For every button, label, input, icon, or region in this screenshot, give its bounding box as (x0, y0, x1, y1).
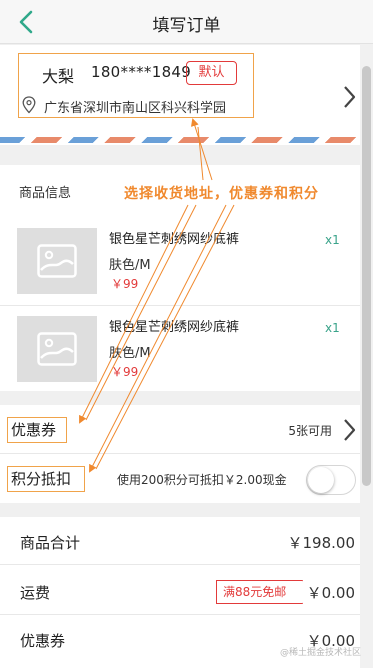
points-toggle[interactable] (306, 465, 356, 495)
promotions-section: 优惠券 5张可用 积分抵扣 使用200积分可抵扣￥2.00现金 (0, 405, 360, 503)
shipping-label: 运费 (20, 584, 51, 602)
image-placeholder-icon (37, 244, 77, 278)
recipient-phone: 180****1849 (91, 63, 192, 81)
product-name: 银色星芒刺绣网纱底裤 (109, 320, 240, 335)
watermark: @稀土掘金技术社区 (279, 648, 361, 658)
coupon-discount-label: 优惠券 (20, 632, 66, 650)
page-title: 填写订单 (152, 16, 221, 36)
free-shipping-tag: 满88元免邮 (216, 580, 304, 604)
scrollbar-thumb[interactable] (362, 66, 371, 486)
goods-total-value: ￥198.00 (287, 534, 356, 552)
scrollbar[interactable] (360, 44, 373, 668)
coupon-row[interactable]: 优惠券 5张可用 (0, 405, 360, 454)
default-address-badge: 默认 (186, 61, 237, 85)
recipient-name: 大梨 (42, 67, 75, 86)
goods-item[interactable]: 银色星芒刺绣网纱底裤 肤色/M ￥99 x1 (0, 220, 360, 306)
navigation-bar: 填写订单 (0, 0, 373, 44)
chevron-right-icon[interactable] (342, 85, 356, 109)
coupon-count: 5张可用 (288, 424, 332, 438)
product-name: 银色星芒刺绣网纱底裤 (109, 232, 240, 247)
address-text: 广东省深圳市南山区科兴科学园 (44, 101, 227, 116)
shipping-address-card[interactable]: 大梨 180****1849 默认 广东省深圳市南山区科兴科学园 (0, 45, 360, 145)
product-quantity: x1 (325, 233, 340, 247)
product-spec: 肤色/M (109, 346, 151, 361)
product-spec: 肤色/M (109, 258, 151, 273)
envelope-stripe (0, 137, 360, 143)
points-label: 积分抵扣 (7, 466, 85, 492)
goods-total-row: 商品合计 ￥198.00 (0, 517, 360, 565)
goods-item[interactable]: 银色星芒刺绣网纱底裤 肤色/M ￥99 x1 (0, 308, 360, 394)
product-price: ￥99 (111, 277, 139, 291)
points-description: 使用200积分可抵扣￥2.00现金 (117, 473, 287, 487)
shipping-value: ￥0.00 (306, 584, 355, 602)
product-quantity: x1 (325, 321, 340, 335)
toggle-knob (308, 467, 334, 493)
annotation-text: 选择收货地址，优惠券和积分 (124, 186, 319, 202)
image-placeholder-icon (37, 332, 77, 366)
chevron-right-icon[interactable] (342, 418, 356, 442)
points-row: 积分抵扣 使用200积分可抵扣￥2.00现金 (0, 454, 360, 503)
location-pin-icon (22, 96, 36, 114)
coupon-label: 优惠券 (7, 417, 67, 443)
product-price: ￥99 (111, 365, 139, 379)
goods-section-title: 商品信息 (19, 186, 72, 201)
product-image (17, 228, 97, 294)
shipping-row: 运费 满88元免邮 ￥0.00 (0, 567, 360, 615)
goods-total-label: 商品合计 (20, 534, 81, 552)
product-image (17, 316, 97, 382)
